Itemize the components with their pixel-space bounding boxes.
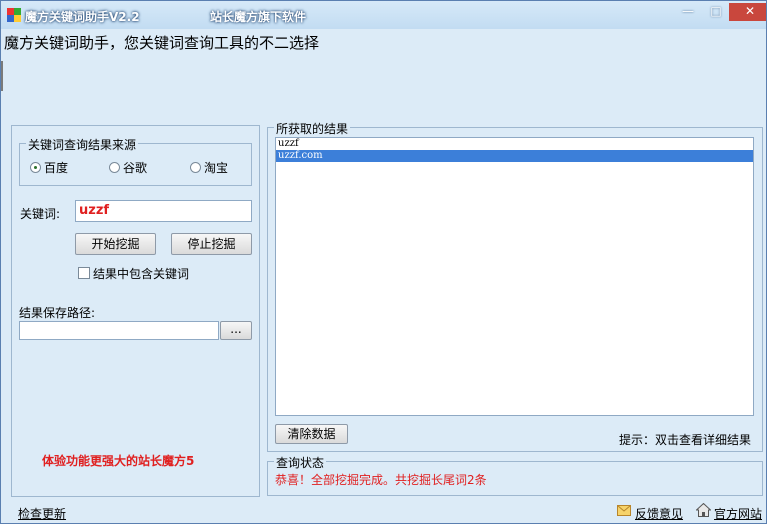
maximize-button[interactable]: □ (703, 3, 729, 21)
radio-label: 谷歌 (123, 161, 148, 175)
save-path-label: 结果保存路径: (19, 306, 96, 320)
browse-button[interactable]: ... (220, 321, 252, 340)
official-site-link[interactable]: 官方网站 (714, 505, 762, 522)
promo-link[interactable]: 体验功能更强大的站长魔方5 (42, 452, 194, 469)
save-path-input[interactable] (19, 321, 219, 340)
keyword-input[interactable]: uzzf (75, 200, 252, 222)
include-keyword-label: 结果中包含关键词 (93, 267, 190, 281)
radio-label: 百度 (44, 161, 69, 175)
app-window: 魔方关键词助手V2.2 站长魔方旗下软件 — □ ✕ 魔方关键词助手，您关键词查… (0, 0, 767, 524)
stop-mining-button[interactable]: 停止挖掘 (171, 233, 252, 255)
vendor-label: 站长魔方旗下软件 (210, 10, 307, 24)
results-panel-label: 所获取的结果 (274, 120, 351, 137)
clear-data-button[interactable]: 清除数据 (275, 424, 348, 444)
close-button[interactable]: ✕ (729, 3, 766, 21)
envelope-icon (617, 505, 631, 516)
check-update-link[interactable]: 检查更新 (18, 505, 66, 522)
radio-taobao[interactable]: 淘宝 (190, 159, 228, 176)
radio-dot (190, 162, 201, 173)
divider (1, 61, 3, 91)
minimize-button[interactable]: — (675, 3, 701, 21)
feedback-link[interactable]: 反馈意见 (635, 505, 683, 522)
home-icon (696, 503, 711, 517)
title-bar[interactable]: 魔方关键词助手V2.2 站长魔方旗下软件 — □ ✕ (1, 1, 766, 29)
source-group-label: 关键词查询结果来源 (26, 136, 139, 153)
radio-dot (30, 162, 41, 173)
left-panel: 关键词查询结果来源 百度 谷歌 淘宝 关键词: uzzf 开始挖掘 停止挖掘 结… (11, 125, 260, 497)
source-group: 关键词查询结果来源 百度 谷歌 淘宝 (19, 136, 252, 186)
keyword-label: 关键词: (20, 207, 61, 221)
window-title: 魔方关键词助手V2.2 (25, 10, 140, 24)
status-message: 恭喜！全部挖掘完成。共挖掘长尾词2条 (275, 473, 487, 487)
results-list[interactable]: uzzf uzzf.com (275, 137, 754, 416)
list-item[interactable]: uzzf (276, 138, 753, 150)
include-keyword-checkbox[interactable] (78, 267, 90, 279)
radio-baidu[interactable]: 百度 (30, 159, 68, 176)
radio-dot (109, 162, 120, 173)
status-panel-label: 查询状态 (274, 454, 327, 471)
results-panel: 所获取的结果 uzzf uzzf.com 清除数据 提示：双击查看详细结果 (267, 120, 763, 452)
headline: 魔方关键词助手，您关键词查询工具的不二选择 (4, 34, 320, 52)
hint-text: 提示：双击查看详细结果 (619, 433, 752, 447)
list-item[interactable]: uzzf.com (276, 150, 753, 162)
radio-label: 淘宝 (204, 161, 229, 175)
status-panel: 查询状态 恭喜！全部挖掘完成。共挖掘长尾词2条 (267, 454, 763, 496)
start-mining-button[interactable]: 开始挖掘 (75, 233, 156, 255)
app-logo-icon (7, 8, 21, 22)
radio-google[interactable]: 谷歌 (109, 159, 147, 176)
